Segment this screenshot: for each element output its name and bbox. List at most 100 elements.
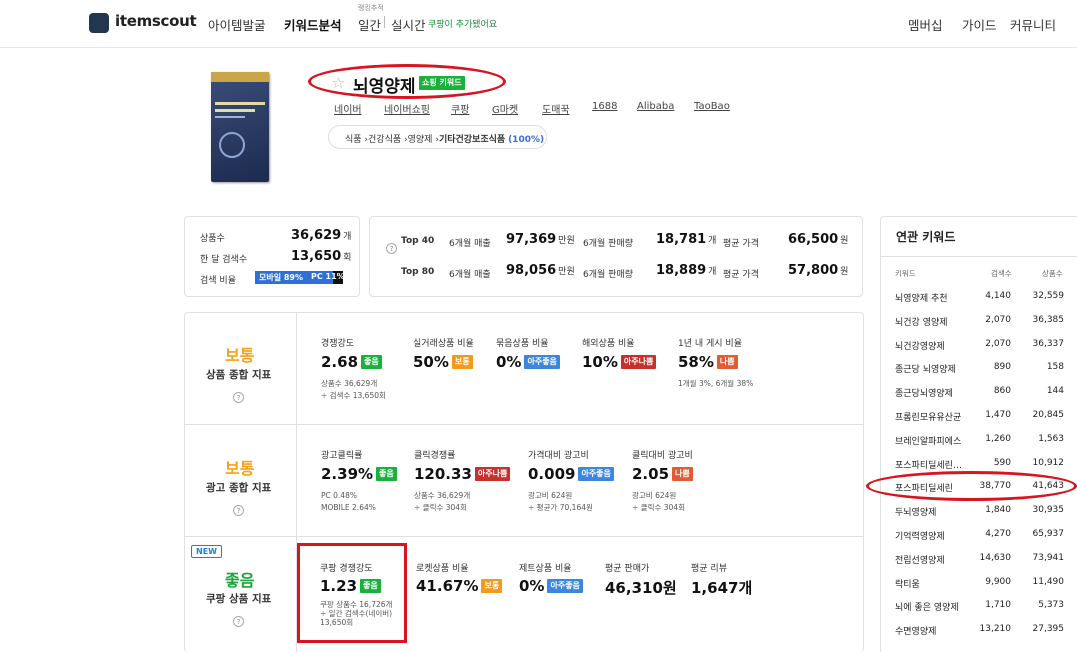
nav-separator: [384, 16, 385, 28]
monthly-search-label: 한 달 검색수: [200, 255, 248, 265]
related-keyword[interactable]: 종근당뇌영양제: [895, 386, 973, 399]
related-keyword-row[interactable]: 뇌에 좋은 영양제 1,710 5,373: [895, 600, 1077, 618]
market-link-taobao[interactable]: TaoBao: [694, 101, 730, 112]
metric-sub: ÷ 클릭수 304회: [414, 503, 467, 512]
related-keyword[interactable]: 뇌에 좋은 영양제: [895, 600, 973, 613]
market-link-naver[interactable]: 네이버: [334, 101, 362, 116]
nav-item-discover[interactable]: 아이템발굴: [208, 15, 266, 34]
status-badge: 보통: [451, 355, 473, 369]
mobile-ratio-text: 모바일 89%: [259, 273, 304, 282]
metric-sub: 광고비 624원: [632, 491, 677, 500]
related-product-count: 65,937: [1032, 529, 1065, 539]
related-product-count: 5,373: [1038, 600, 1064, 611]
related-keyword[interactable]: 브레인알파피에스: [895, 434, 973, 447]
related-product-count: 158: [1046, 362, 1064, 373]
related-keyword[interactable]: 프롬린모유유산균: [895, 410, 973, 423]
related-keyword[interactable]: 뇌영양제 추천: [895, 291, 973, 304]
market-link-domeme[interactable]: 1688: [592, 101, 617, 112]
category-level-1: 식품: [345, 135, 362, 145]
category-level-2: 건강식품: [368, 135, 402, 145]
metric-label: 클릭대비 광고비: [632, 451, 693, 461]
product-count-value: 36,629 개: [291, 228, 352, 243]
nav-notice[interactable]: 쿠팡이 추가됐어요: [428, 17, 497, 30]
related-keyword[interactable]: 포스파티딜세린…: [895, 458, 973, 471]
related-keyword-row[interactable]: 종근당뇌영양제 860 144: [895, 386, 1077, 404]
ad-grade: 보통: [225, 459, 255, 478]
related-keyword-row[interactable]: 종근당 뇌영양제 890 158: [895, 362, 1077, 380]
metric-value: 50% 보통: [413, 353, 473, 371]
related-keywords-divider: [880, 256, 1077, 257]
related-header-products: 상품수: [1042, 269, 1063, 278]
related-search-count: 860: [993, 386, 1011, 397]
metric-label: 평균 판매가: [605, 564, 650, 574]
nav-item-keyword-analysis[interactable]: 키워드분석: [284, 15, 342, 34]
market-link-domeggook[interactable]: 도매꾹: [542, 101, 570, 116]
status-badge: 보통: [481, 579, 503, 593]
category-breadcrumb[interactable]: 식품 ›건강식품 ›영양제 ›기타건강보조식품 (100%): [328, 125, 547, 149]
brand-name[interactable]: itemscout: [115, 12, 197, 30]
help-icon[interactable]: ?: [386, 236, 397, 255]
help-icon[interactable]: ?: [233, 385, 244, 404]
market-link-alibaba[interactable]: Alibaba: [637, 101, 674, 112]
related-keyword[interactable]: 뇌건강 영양제: [895, 315, 973, 328]
nav-item-realtime[interactable]: 실시간: [391, 15, 426, 34]
related-keyword-row[interactable]: 수면영양제 13,210 27,395: [895, 624, 1077, 642]
status-badge: 좋음: [361, 355, 382, 369]
coupang-grade: 좋음: [225, 571, 255, 590]
top80-label: Top 80: [401, 267, 435, 277]
related-keyword-row[interactable]: 뇌건강 영양제 2,070 36,385: [895, 315, 1077, 333]
related-keyword[interactable]: 기억력영양제: [895, 529, 973, 542]
metric-sub: ÷ 검색수 13,650회: [321, 391, 386, 400]
help-icon[interactable]: ?: [233, 498, 244, 517]
nav-item-membership[interactable]: 멤버십: [908, 15, 943, 34]
related-keyword[interactable]: 종근당 뇌영양제: [895, 362, 973, 375]
top-sales-box: [369, 216, 863, 297]
related-keyword-row[interactable]: 브레인알파피에스 1,260 1,563: [895, 434, 1077, 452]
related-product-count: 27,395: [1032, 624, 1065, 635]
related-search-count: 890: [993, 362, 1011, 373]
related-keyword-row[interactable]: 락티움 9,900 11,490: [895, 577, 1077, 595]
ad-section-title: 광고 종합 지표: [206, 482, 272, 494]
related-product-count: 20,845: [1032, 410, 1065, 420]
status-badge: 아주나쁨: [620, 355, 657, 369]
metric-label: 클릭경쟁률: [414, 451, 456, 461]
nav-item-community[interactable]: 커뮤니티: [1010, 15, 1056, 34]
nav-item-daily[interactable]: 일간: [358, 15, 381, 34]
top80-qty-value: 18,889 개: [656, 263, 717, 278]
status-badge: 아주좋음: [524, 355, 560, 369]
market-link-gmarket[interactable]: G마켓: [492, 101, 518, 116]
highlight-oval-keyword: [308, 64, 506, 99]
metric-value: 120.33 아주나쁨: [414, 465, 511, 483]
metric-value: 0% 아주좋음: [519, 577, 583, 595]
help-icon[interactable]: ?: [233, 609, 244, 628]
related-header-search: 검색수: [991, 269, 1012, 278]
new-badge: NEW: [191, 545, 222, 558]
metric-label: 광고클릭률: [321, 451, 363, 461]
top40-price-label: 평균 가격: [723, 239, 759, 249]
metric-value: 2.05 나쁨: [632, 465, 693, 483]
related-keyword[interactable]: 전립선영양제: [895, 553, 973, 566]
related-keyword-row[interactable]: 두뇌영양제 1,840 30,935: [895, 505, 1077, 523]
metric-label: 평균 리뷰: [691, 564, 727, 574]
market-link-naver-shopping[interactable]: 네이버쇼핑: [384, 101, 430, 116]
nav-item-guide[interactable]: 가이드: [962, 15, 997, 34]
related-keyword[interactable]: 락티움: [895, 577, 973, 590]
panel-row-divider: [184, 424, 864, 425]
metric-value: 58% 나쁨: [678, 353, 738, 371]
itemscout-logo-icon[interactable]: [89, 13, 109, 33]
related-keyword-row[interactable]: 뇌영양제 추천 4,140 32,559: [895, 291, 1077, 309]
related-keyword-row[interactable]: 기억력영양제 4,270 65,937: [895, 529, 1077, 547]
related-keyword-row[interactable]: 뇌건강영양제 2,070 36,337: [895, 339, 1077, 357]
product-count-label: 상품수: [200, 234, 225, 244]
market-link-coupang[interactable]: 쿠팡: [451, 101, 469, 116]
related-keyword[interactable]: 뇌건강영양제: [895, 339, 973, 352]
related-keyword-row[interactable]: 프롬린모유유산균 1,470 20,845: [895, 410, 1077, 428]
related-header-keyword: 키워드: [895, 269, 916, 278]
product-image: [211, 72, 269, 182]
related-keywords-title: 연관 키워드: [896, 230, 956, 244]
metric-sub: MOBILE 2.64%: [321, 503, 376, 512]
related-keyword-row[interactable]: 전립선영양제 14,630 73,941: [895, 553, 1077, 571]
related-keyword[interactable]: 수면영양제: [895, 624, 973, 637]
related-keyword[interactable]: 두뇌영양제: [895, 505, 973, 518]
product-section-title: 상품 종합 지표: [206, 369, 272, 381]
